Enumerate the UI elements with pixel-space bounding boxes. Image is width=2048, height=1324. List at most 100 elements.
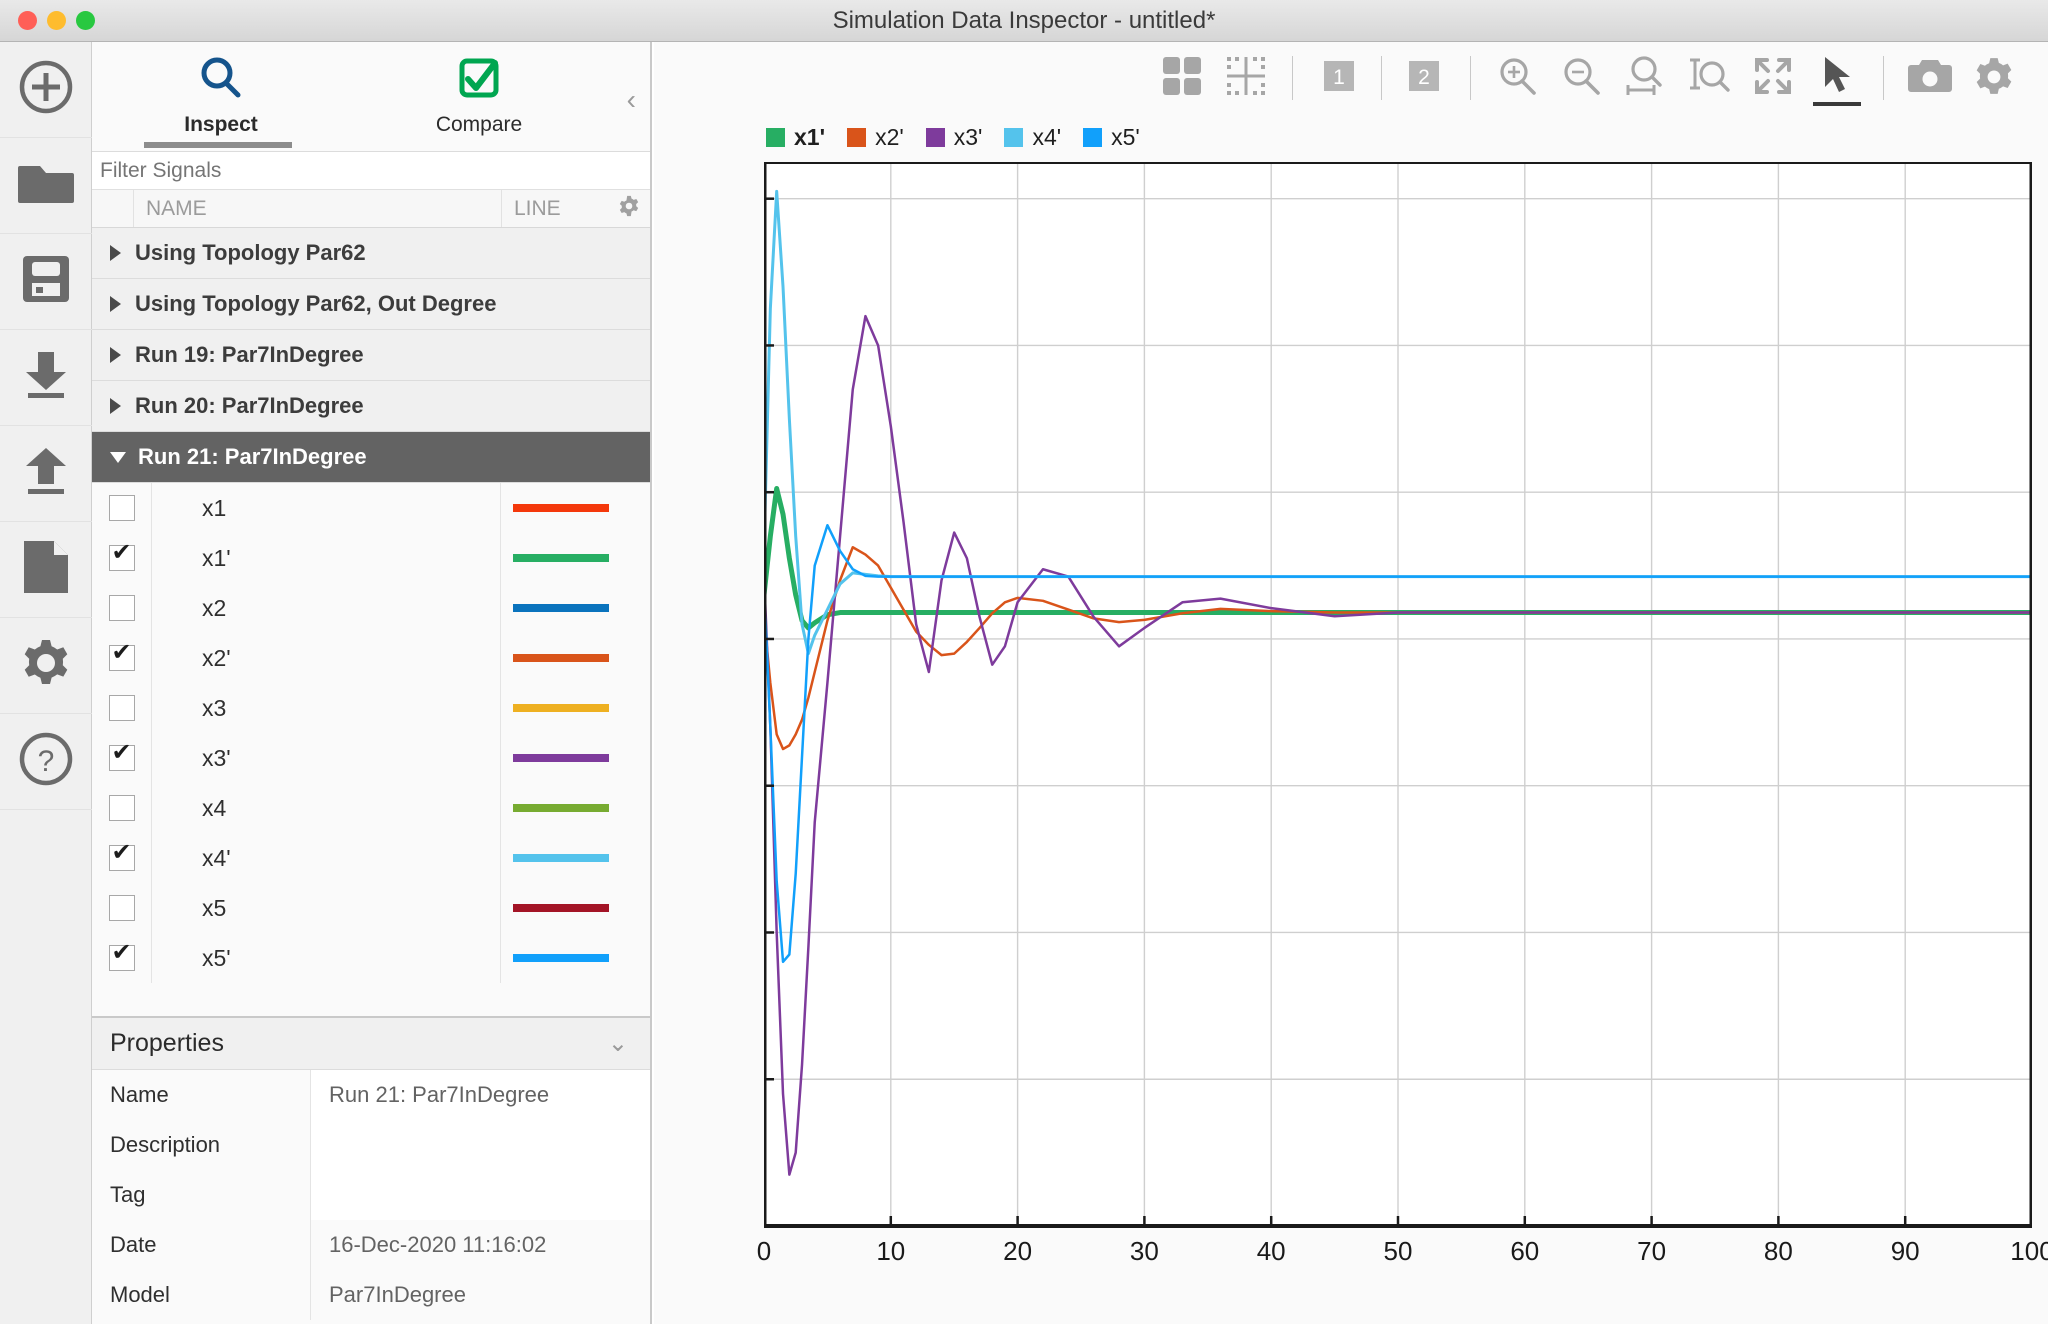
property-value[interactable]: Par7InDegree: [310, 1270, 650, 1320]
signal-line-cell[interactable]: [500, 633, 650, 683]
run-tree-item[interactable]: Run 20: Par7InDegree: [92, 381, 650, 432]
export-icon-button[interactable]: [0, 426, 92, 522]
column-header-line[interactable]: LINE: [514, 197, 561, 221]
signal-color-swatch[interactable]: [513, 504, 609, 512]
signal-checkbox[interactable]: [109, 495, 135, 521]
signal-row[interactable]: x2': [92, 633, 650, 683]
report-icon-button[interactable]: [0, 522, 92, 618]
help-icon-button[interactable]: ?: [0, 714, 92, 810]
legend-item[interactable]: x2': [847, 124, 904, 151]
signal-line-cell[interactable]: [500, 683, 650, 733]
expand-caret-icon[interactable]: [110, 296, 121, 312]
fit-to-view-icon-button[interactable]: [1741, 46, 1805, 110]
run-tree-item[interactable]: Using Topology Par62, Out Degree: [92, 279, 650, 330]
zoom-out-icon-button[interactable]: [1549, 46, 1613, 110]
signal-checkbox-cell[interactable]: [92, 833, 152, 883]
signal-color-swatch[interactable]: [513, 704, 609, 712]
signal-checkbox-cell[interactable]: [92, 733, 152, 783]
signal-color-swatch[interactable]: [513, 954, 609, 962]
subplot-layout-icon-button[interactable]: [1150, 46, 1214, 110]
signal-row[interactable]: x5': [92, 933, 650, 983]
properties-header[interactable]: Properties ⌄: [92, 1018, 650, 1070]
preferences-gear-icon-button[interactable]: [0, 618, 92, 714]
signal-row[interactable]: x1: [92, 483, 650, 533]
signal-color-swatch[interactable]: [513, 654, 609, 662]
signal-checkbox[interactable]: [109, 695, 135, 721]
signal-checkbox[interactable]: [109, 745, 135, 771]
zoom-x-icon-button[interactable]: [1613, 46, 1677, 110]
expand-caret-icon[interactable]: [110, 398, 121, 414]
signal-checkbox[interactable]: [109, 645, 135, 671]
signal-checkbox-cell[interactable]: [92, 683, 152, 733]
gear-icon[interactable]: [618, 195, 640, 223]
snapshot-camera-icon-button[interactable]: [1898, 46, 1962, 110]
save-icon-button[interactable]: [0, 234, 92, 330]
signal-checkbox-cell[interactable]: [92, 483, 152, 533]
signal-line-cell[interactable]: [500, 783, 650, 833]
chevron-down-icon[interactable]: ⌄: [608, 1029, 628, 1058]
signal-row[interactable]: x4': [92, 833, 650, 883]
run-tree-item[interactable]: Using Topology Par62: [92, 228, 650, 279]
signal-color-swatch[interactable]: [513, 604, 609, 612]
signal-line-cell[interactable]: [500, 583, 650, 633]
signal-color-swatch[interactable]: [513, 904, 609, 912]
legend-item[interactable]: x3': [926, 124, 983, 151]
collapse-caret-icon[interactable]: [110, 452, 126, 463]
import-icon-button[interactable]: [0, 330, 92, 426]
legend-item[interactable]: x5': [1083, 124, 1140, 151]
tab-compare[interactable]: Compare: [350, 42, 608, 152]
signal-checkbox-cell[interactable]: [92, 883, 152, 933]
property-value[interactable]: [310, 1170, 650, 1220]
signal-line-cell[interactable]: [500, 533, 650, 583]
run-tree-item[interactable]: Run 19: Par7InDegree: [92, 330, 650, 381]
signal-row[interactable]: x2: [92, 583, 650, 633]
signal-color-swatch[interactable]: [513, 554, 609, 562]
zoom-in-icon-button[interactable]: [1485, 46, 1549, 110]
signal-checkbox-cell[interactable]: [92, 583, 152, 633]
signal-checkbox[interactable]: [109, 545, 135, 571]
open-folder-icon-button[interactable]: [0, 138, 92, 234]
collapse-panel-chevron-icon[interactable]: ‹: [627, 86, 636, 114]
signal-checkbox[interactable]: [109, 595, 135, 621]
sparkline-grid-icon-button[interactable]: [1214, 46, 1278, 110]
signal-row[interactable]: x1': [92, 533, 650, 583]
time-series-plot[interactable]: [764, 162, 2032, 1260]
signal-checkbox[interactable]: [109, 945, 135, 971]
property-value[interactable]: 16-Dec-2020 11:16:02: [310, 1220, 650, 1270]
tab-inspect[interactable]: Inspect: [92, 42, 350, 152]
legend-item[interactable]: x1': [766, 124, 825, 151]
pointer-arrow-icon-button[interactable]: [1805, 46, 1869, 110]
expand-caret-icon[interactable]: [110, 245, 121, 261]
add-run-icon-button[interactable]: [0, 42, 92, 138]
column-header-name[interactable]: NAME: [134, 190, 502, 227]
signal-row[interactable]: x5: [92, 883, 650, 933]
signal-line-cell[interactable]: [500, 833, 650, 883]
signal-line-cell[interactable]: [500, 883, 650, 933]
legend-item[interactable]: x4': [1004, 124, 1061, 151]
signal-checkbox[interactable]: [109, 895, 135, 921]
signal-row[interactable]: x3': [92, 733, 650, 783]
property-value[interactable]: [310, 1120, 650, 1170]
run-tree-item-selected[interactable]: Run 21: Par7InDegree: [92, 432, 650, 483]
signal-checkbox[interactable]: [109, 845, 135, 871]
signal-checkbox-cell[interactable]: [92, 633, 152, 683]
signal-line-cell[interactable]: [500, 733, 650, 783]
property-value[interactable]: Run 21: Par7InDegree: [310, 1070, 650, 1120]
signal-color-swatch[interactable]: [513, 854, 609, 862]
signal-color-swatch[interactable]: [513, 754, 609, 762]
settings-gear-icon-button[interactable]: [1962, 46, 2026, 110]
filter-signals-input[interactable]: [100, 159, 650, 183]
zoom-y-icon-button[interactable]: [1677, 46, 1741, 110]
cursor-2-icon-button[interactable]: 2: [1392, 46, 1456, 110]
signal-line-cell[interactable]: [500, 933, 650, 983]
signal-checkbox-cell[interactable]: [92, 533, 152, 583]
signal-row[interactable]: x3: [92, 683, 650, 733]
cursor-1-icon-button[interactable]: 1: [1307, 46, 1371, 110]
signal-color-swatch[interactable]: [513, 804, 609, 812]
signal-checkbox-cell[interactable]: [92, 783, 152, 833]
signal-line-cell[interactable]: [500, 483, 650, 533]
signal-row[interactable]: x4: [92, 783, 650, 833]
signal-checkbox[interactable]: [109, 795, 135, 821]
plot-canvas-wrapper[interactable]: -80-60-40-200204060010203040506070809010…: [764, 162, 2032, 1260]
signal-checkbox-cell[interactable]: [92, 933, 152, 983]
